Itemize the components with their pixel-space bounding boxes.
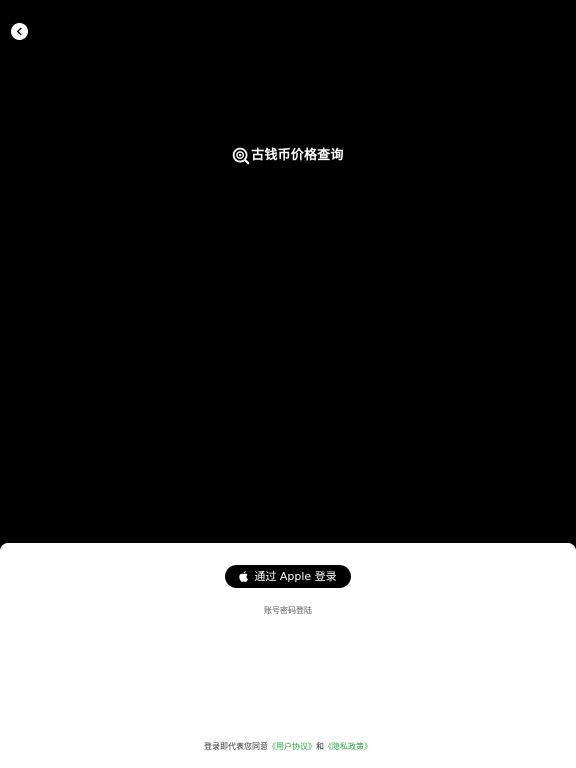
- login-screen: 古钱币价格查询 通过 Apple 登录 账号密码登陆 登录即代表您同意《用户协议…: [0, 0, 576, 768]
- apple-login-button[interactable]: 通过 Apple 登录: [225, 565, 351, 588]
- privacy-policy-link[interactable]: 《隐私政策》: [324, 742, 372, 751]
- apple-logo-icon: [239, 571, 249, 582]
- app-title: 古钱币价格查询: [251, 148, 344, 163]
- magnifier-coin-icon: [233, 147, 250, 165]
- account-password-login-link[interactable]: 账号密码登陆: [0, 605, 576, 616]
- agreement-text: 登录即代表您同意《用户协议》和《隐私政策》: [0, 741, 576, 752]
- agreement-conjunction: 和: [316, 742, 324, 751]
- user-agreement-link[interactable]: 《用户协议》: [268, 742, 316, 751]
- login-sheet: 通过 Apple 登录 账号密码登陆 登录即代表您同意《用户协议》和《隐私政策》: [0, 543, 576, 768]
- agreement-prefix: 登录即代表您同意: [204, 742, 268, 751]
- brand-logo: 古钱币价格查询: [0, 146, 576, 166]
- chevron-left-icon: [16, 27, 22, 36]
- back-button[interactable]: [11, 23, 28, 40]
- apple-login-label: 通过 Apple 登录: [254, 570, 337, 583]
